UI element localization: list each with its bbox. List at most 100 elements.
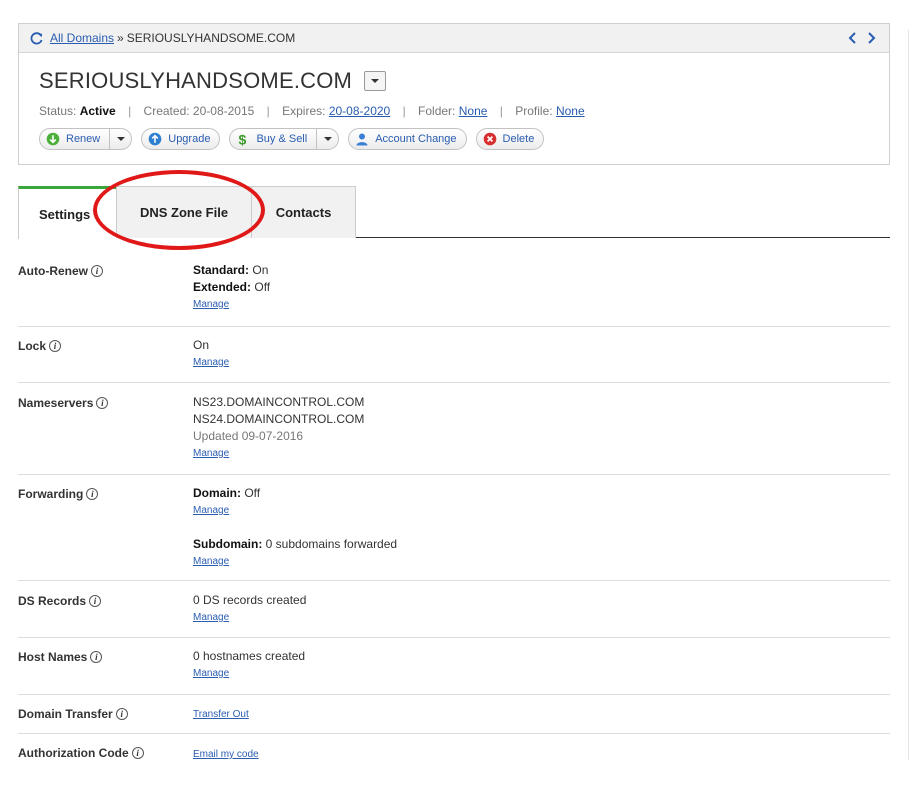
info-icon[interactable]: i	[96, 397, 109, 409]
info-icon[interactable]: i	[90, 651, 103, 663]
host-names-values: 0 hostnames created Manage	[193, 648, 305, 681]
ds-records-manage-link[interactable]: Manage	[193, 610, 229, 625]
domain-transfer-values: Transfer Out	[193, 706, 249, 722]
extended-value: Off	[254, 280, 271, 294]
chevron-left-icon[interactable]	[847, 30, 859, 46]
upgrade-icon	[148, 132, 162, 146]
chevron-right-icon[interactable]	[865, 30, 877, 46]
row-label-text: DS Records	[18, 594, 87, 608]
extended-key: Extended:	[193, 280, 252, 294]
forwarding-subdomain-value: 0 subdomains forwarded	[265, 537, 398, 551]
row-label-text: Auto-Renew	[18, 264, 88, 278]
info-icon[interactable]: i	[49, 340, 62, 352]
setting-row-authorization-code: Authorization Code i Email my code	[18, 734, 890, 774]
separator: |	[499, 104, 503, 118]
domain-action-buttons: Renew Upgrade $ Buy & Sell Account Chang…	[39, 128, 545, 150]
renew-button[interactable]: Renew	[39, 128, 133, 150]
breadcrumb-current: SERIOUSLYHANDSOME.COM	[126, 31, 296, 45]
expires-label: Expires:	[282, 104, 326, 118]
info-icon[interactable]: i	[91, 265, 103, 277]
domain-nav-arrows	[847, 30, 877, 46]
folder-link[interactable]: None	[459, 104, 488, 118]
lock-values: On Manage	[193, 337, 229, 370]
domain-menu-dropdown[interactable]	[364, 71, 387, 91]
profile-label: Profile:	[515, 104, 553, 118]
auto-renew-label: Auto-Renew i	[18, 264, 103, 278]
host-names-label: Host Names i	[18, 650, 103, 664]
setting-row-ds-records: DS Records i 0 DS records created Manage	[18, 581, 890, 638]
standard-value: On	[252, 263, 269, 277]
info-icon[interactable]: i	[131, 747, 144, 759]
nameservers-updated: Updated 09-07-2016	[193, 429, 304, 443]
lock-manage-link[interactable]: Manage	[193, 355, 229, 370]
setting-row-auto-renew: Auto-Renew i Standard: On Extended: Off …	[18, 238, 890, 327]
auto-renew-manage-link[interactable]: Manage	[193, 297, 229, 312]
refresh-icon[interactable]	[29, 31, 44, 46]
separator: |	[128, 104, 132, 118]
expires-link[interactable]: 20-08-2020	[329, 104, 390, 118]
separator: |	[266, 104, 270, 118]
upgrade-button[interactable]: Upgrade	[141, 128, 221, 150]
standard-key: Standard:	[193, 263, 250, 277]
delete-button[interactable]: Delete	[475, 128, 545, 150]
dollar-icon: $	[236, 132, 250, 146]
info-icon[interactable]: i	[115, 708, 128, 720]
info-icon[interactable]: i	[89, 595, 102, 607]
forwarding-domain-key: Domain:	[193, 486, 241, 500]
buy-sell-options-dropdown[interactable]	[316, 129, 338, 149]
lock-label: Lock i	[18, 339, 62, 353]
domain-tabs: Settings DNS Zone File Contacts	[18, 186, 890, 239]
forwarding-subdomain-manage-link[interactable]: Manage	[193, 554, 229, 569]
buy-sell-button[interactable]: $ Buy & Sell	[229, 128, 340, 150]
email-my-code-link[interactable]: Email my code	[193, 747, 259, 762]
caret-down-icon	[323, 137, 332, 141]
tab-settings[interactable]: Settings	[18, 186, 116, 239]
row-label-text: Lock	[18, 339, 47, 353]
folder-label: Folder:	[418, 104, 456, 118]
buy-sell-label: Buy & Sell	[256, 133, 308, 145]
setting-row-nameservers: Nameservers i NS23.DOMAINCONTROL.COM NS2…	[18, 383, 890, 475]
domain-status-line: Status: Active | Created: 20-08-2015 | E…	[39, 104, 585, 118]
tab-contacts[interactable]: Contacts	[252, 186, 356, 238]
renew-label: Renew	[66, 133, 101, 145]
host-names-value: 0 hostnames created	[193, 649, 306, 663]
account-change-label: Account Change	[375, 133, 457, 145]
authorization-code-label: Authorization Code i	[18, 746, 144, 760]
domain-transfer-label: Domain Transfer i	[18, 707, 128, 721]
domain-title: SERIOUSLYHANDSOME.COM	[39, 68, 353, 93]
info-icon[interactable]: i	[86, 488, 99, 500]
account-change-button[interactable]: Account Change	[348, 128, 467, 150]
setting-row-lock: Lock i On Manage	[18, 327, 890, 383]
created-label: Created:	[143, 104, 190, 118]
transfer-out-link[interactable]: Transfer Out	[193, 707, 249, 722]
row-label-text: Authorization Code	[18, 746, 129, 760]
created-value: 20-08-2015	[192, 104, 255, 118]
forwarding-domain-value: Off	[244, 486, 261, 500]
breadcrumb-all-domains-link[interactable]: All Domains	[50, 31, 114, 45]
tab-dns-zone-file[interactable]: DNS Zone File	[116, 186, 252, 238]
settings-list: Auto-Renew i Standard: On Extended: Off …	[18, 238, 890, 774]
profile-link[interactable]: None	[556, 104, 585, 118]
delete-icon	[483, 132, 497, 146]
row-label-text: Domain Transfer	[18, 707, 113, 721]
domain-heading: SERIOUSLYHANDSOME.COM	[39, 68, 387, 94]
svg-text:$: $	[239, 132, 247, 146]
renew-icon	[46, 132, 60, 146]
domain-header-panel: All Domains » SERIOUSLYHANDSOME.COM SERI…	[18, 23, 890, 165]
ds-records-label: DS Records i	[18, 594, 102, 608]
page-edge-divider	[908, 30, 909, 760]
nameserver-1: NS23.DOMAINCONTROL.COM	[193, 395, 365, 409]
separator: |	[402, 104, 406, 118]
renew-options-dropdown[interactable]	[109, 129, 131, 149]
delete-label: Delete	[502, 133, 535, 145]
setting-row-host-names: Host Names i 0 hostnames created Manage	[18, 638, 890, 695]
forwarding-domain-manage-link[interactable]: Manage	[193, 503, 229, 518]
row-label-text: Nameservers	[18, 396, 94, 410]
auto-renew-values: Standard: On Extended: Off Manage	[193, 262, 270, 312]
forwarding-label: Forwarding i	[18, 487, 99, 501]
breadcrumb: All Domains » SERIOUSLYHANDSOME.COM	[19, 24, 889, 53]
host-names-manage-link[interactable]: Manage	[193, 666, 229, 681]
user-icon	[355, 132, 369, 146]
nameservers-manage-link[interactable]: Manage	[193, 446, 229, 461]
row-label-text: Forwarding	[18, 487, 84, 501]
